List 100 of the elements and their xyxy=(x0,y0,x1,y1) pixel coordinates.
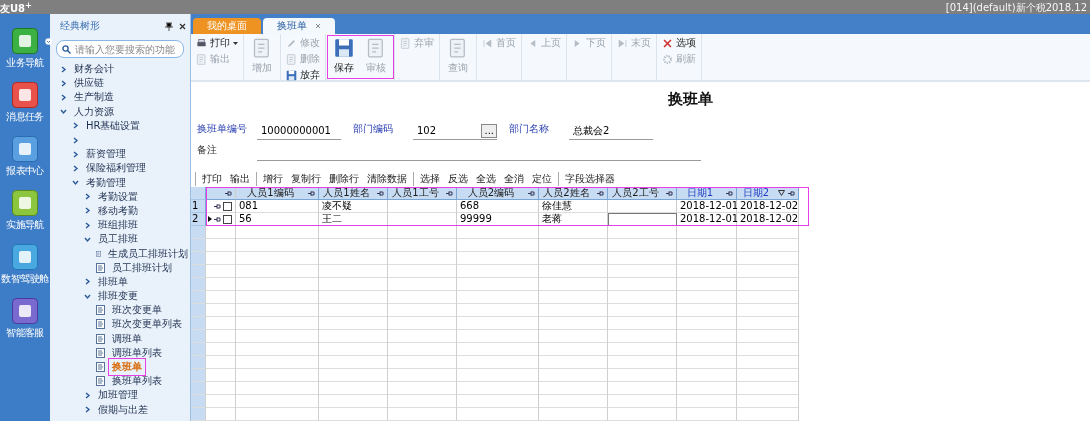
input-field[interactable]: 10000000001 xyxy=(257,122,341,140)
nav-label[interactable]: 数智驾驶舱 xyxy=(1,272,49,286)
document-icon xyxy=(96,333,105,344)
column-header[interactable]: 日期1 xyxy=(677,187,737,200)
tree-item[interactable]: 考勤设置 xyxy=(96,189,140,204)
tree-item[interactable]: 移动考勤 xyxy=(96,203,140,218)
pin-icon[interactable] xyxy=(225,190,232,196)
field-label: 换班单编号 xyxy=(197,122,248,136)
column-header[interactable]: 人员2编码 xyxy=(457,187,539,200)
column-header[interactable]: 日期2 xyxy=(737,187,799,200)
row-header[interactable] xyxy=(206,200,236,213)
pin-icon[interactable] xyxy=(726,190,733,196)
current-row-icon xyxy=(208,216,212,222)
pin-icon[interactable] xyxy=(214,203,221,209)
tree-item[interactable]: 排班变更 xyxy=(96,289,140,304)
checkbox[interactable] xyxy=(223,201,232,211)
tree-item[interactable]: 生产制造 xyxy=(72,90,116,105)
grid-toolbar-button[interactable]: 全消 xyxy=(501,172,527,186)
pin-icon[interactable] xyxy=(446,190,453,196)
pin-icon[interactable] xyxy=(165,21,173,31)
column-label: 人员2工号 xyxy=(611,187,660,199)
corner-cell xyxy=(191,187,206,200)
tab[interactable]: 换班单 xyxy=(263,18,335,34)
column-header[interactable]: 人员1姓名 xyxy=(319,187,388,200)
tree-item[interactable]: 班次变更单列表 xyxy=(110,317,184,332)
dropdown-icon[interactable] xyxy=(44,38,52,45)
tree-item[interactable]: 调班单 xyxy=(110,331,144,346)
nav-label[interactable]: 业务导航 xyxy=(6,56,44,70)
grid-toolbar-button[interactable]: 清除数据 xyxy=(364,172,410,186)
grid-toolbar-button[interactable]: 定位 xyxy=(529,172,555,186)
pin-icon[interactable] xyxy=(666,190,673,196)
pin-icon[interactable] xyxy=(597,190,604,196)
grid-toolbar-button[interactable]: 选择 xyxy=(417,172,443,186)
tree-item[interactable]: 班次变更单 xyxy=(110,303,164,318)
document-icon xyxy=(96,362,105,373)
column-header[interactable]: 人员1工号 xyxy=(388,187,457,200)
grid-toolbar-button[interactable]: 全选 xyxy=(473,172,499,186)
pin-icon[interactable] xyxy=(788,190,795,196)
search-icon xyxy=(62,44,71,54)
column-label: 日期2 xyxy=(741,187,771,199)
table-cell: 081 xyxy=(236,200,319,213)
grid-toolbar-button[interactable]: 删除行 xyxy=(326,172,362,186)
toolbar-button[interactable]: 选项 xyxy=(660,36,698,50)
search-field[interactable]: 请输入您要搜索的功能 xyxy=(56,40,184,58)
tree-item[interactable]: 财务会计 xyxy=(72,62,116,77)
tree-item[interactable]: 员工排班 xyxy=(96,232,140,247)
tree-item[interactable]: 生成员工排班计划 xyxy=(106,246,190,261)
tree-item[interactable]: 考勤管理 xyxy=(84,175,128,190)
tree-item[interactable]: HR基础设置 xyxy=(84,118,143,133)
tree-item[interactable]: 保险福利管理 xyxy=(84,161,148,176)
cell-editor[interactable] xyxy=(608,213,677,226)
nav-label[interactable]: 报表中心 xyxy=(6,164,44,178)
tree-item[interactable]: 调班单列表 xyxy=(110,345,164,360)
checkbox[interactable] xyxy=(223,214,232,224)
toolbar-button[interactable]: 放弃 xyxy=(284,68,322,82)
grid-toolbar-button[interactable]: 增行 xyxy=(260,172,286,186)
input-field[interactable]: 102 ... xyxy=(413,122,497,140)
tree-item[interactable]: 薪资管理 xyxy=(84,147,128,162)
column-header[interactable]: 人员2姓名 xyxy=(539,187,608,200)
grid-toolbar-button[interactable]: 输出 xyxy=(227,172,253,186)
column-header[interactable]: 人员1编码 xyxy=(236,187,319,200)
app-name: 友U8$^{+}$ xyxy=(0,0,33,17)
tree-item[interactable]: 人力资源 xyxy=(72,104,116,119)
lookup-button[interactable]: ... xyxy=(481,123,497,138)
tree-item[interactable]: 加班管理 xyxy=(96,388,140,403)
table-cell: 王二 xyxy=(319,213,388,226)
row-number: 1 xyxy=(191,200,206,213)
grid-toolbar-button[interactable]: 字段选择器 xyxy=(562,172,618,186)
toolbar-button[interactable]: 保存 xyxy=(329,36,359,78)
tree-item[interactable]: 班组排班 xyxy=(96,218,140,233)
column-label: 人员2姓名 xyxy=(542,187,591,199)
tree-item[interactable]: 排班单 xyxy=(96,274,130,289)
pin-icon[interactable] xyxy=(214,216,221,222)
row-header[interactable] xyxy=(206,213,236,226)
close-icon[interactable] xyxy=(179,22,186,30)
tree-item[interactable]: 换班单列表 xyxy=(110,374,164,389)
nav-label[interactable]: 消息任务 xyxy=(6,110,44,124)
input-field[interactable]: 总裁会2 xyxy=(569,122,653,140)
grid-toolbar-button[interactable]: 打印 xyxy=(199,172,225,186)
tree-item[interactable]: 假期与出差 xyxy=(96,402,150,417)
table-cell: 99999 xyxy=(457,213,539,226)
tree-item[interactable]: 员工排班计划 xyxy=(110,260,174,275)
document-icon xyxy=(96,305,105,316)
table-cell: 56 xyxy=(236,213,319,226)
pin-icon[interactable] xyxy=(528,190,535,196)
nav-label[interactable]: 实施导航 xyxy=(6,218,44,232)
table-cell: 2018-12-02 xyxy=(737,200,799,213)
toolbar-button[interactable]: 打印 xyxy=(194,36,240,50)
filter-icon[interactable] xyxy=(778,190,785,196)
pin-icon[interactable] xyxy=(377,190,384,196)
printer-icon xyxy=(196,37,207,49)
document-icon xyxy=(96,376,105,387)
pin-icon[interactable] xyxy=(308,190,315,196)
nav-label[interactable]: 智能客服 xyxy=(6,326,44,340)
account-info: [014](default)新个税2018.12 xyxy=(945,0,1087,14)
grid-toolbar-button[interactable]: 复制行 xyxy=(288,172,324,186)
tree-item[interactable]: 供应链 xyxy=(72,76,106,91)
column-header[interactable]: 人员2工号 xyxy=(608,187,677,200)
field-label: 备注 xyxy=(197,143,218,157)
grid-toolbar-button[interactable]: 反选 xyxy=(445,172,471,186)
